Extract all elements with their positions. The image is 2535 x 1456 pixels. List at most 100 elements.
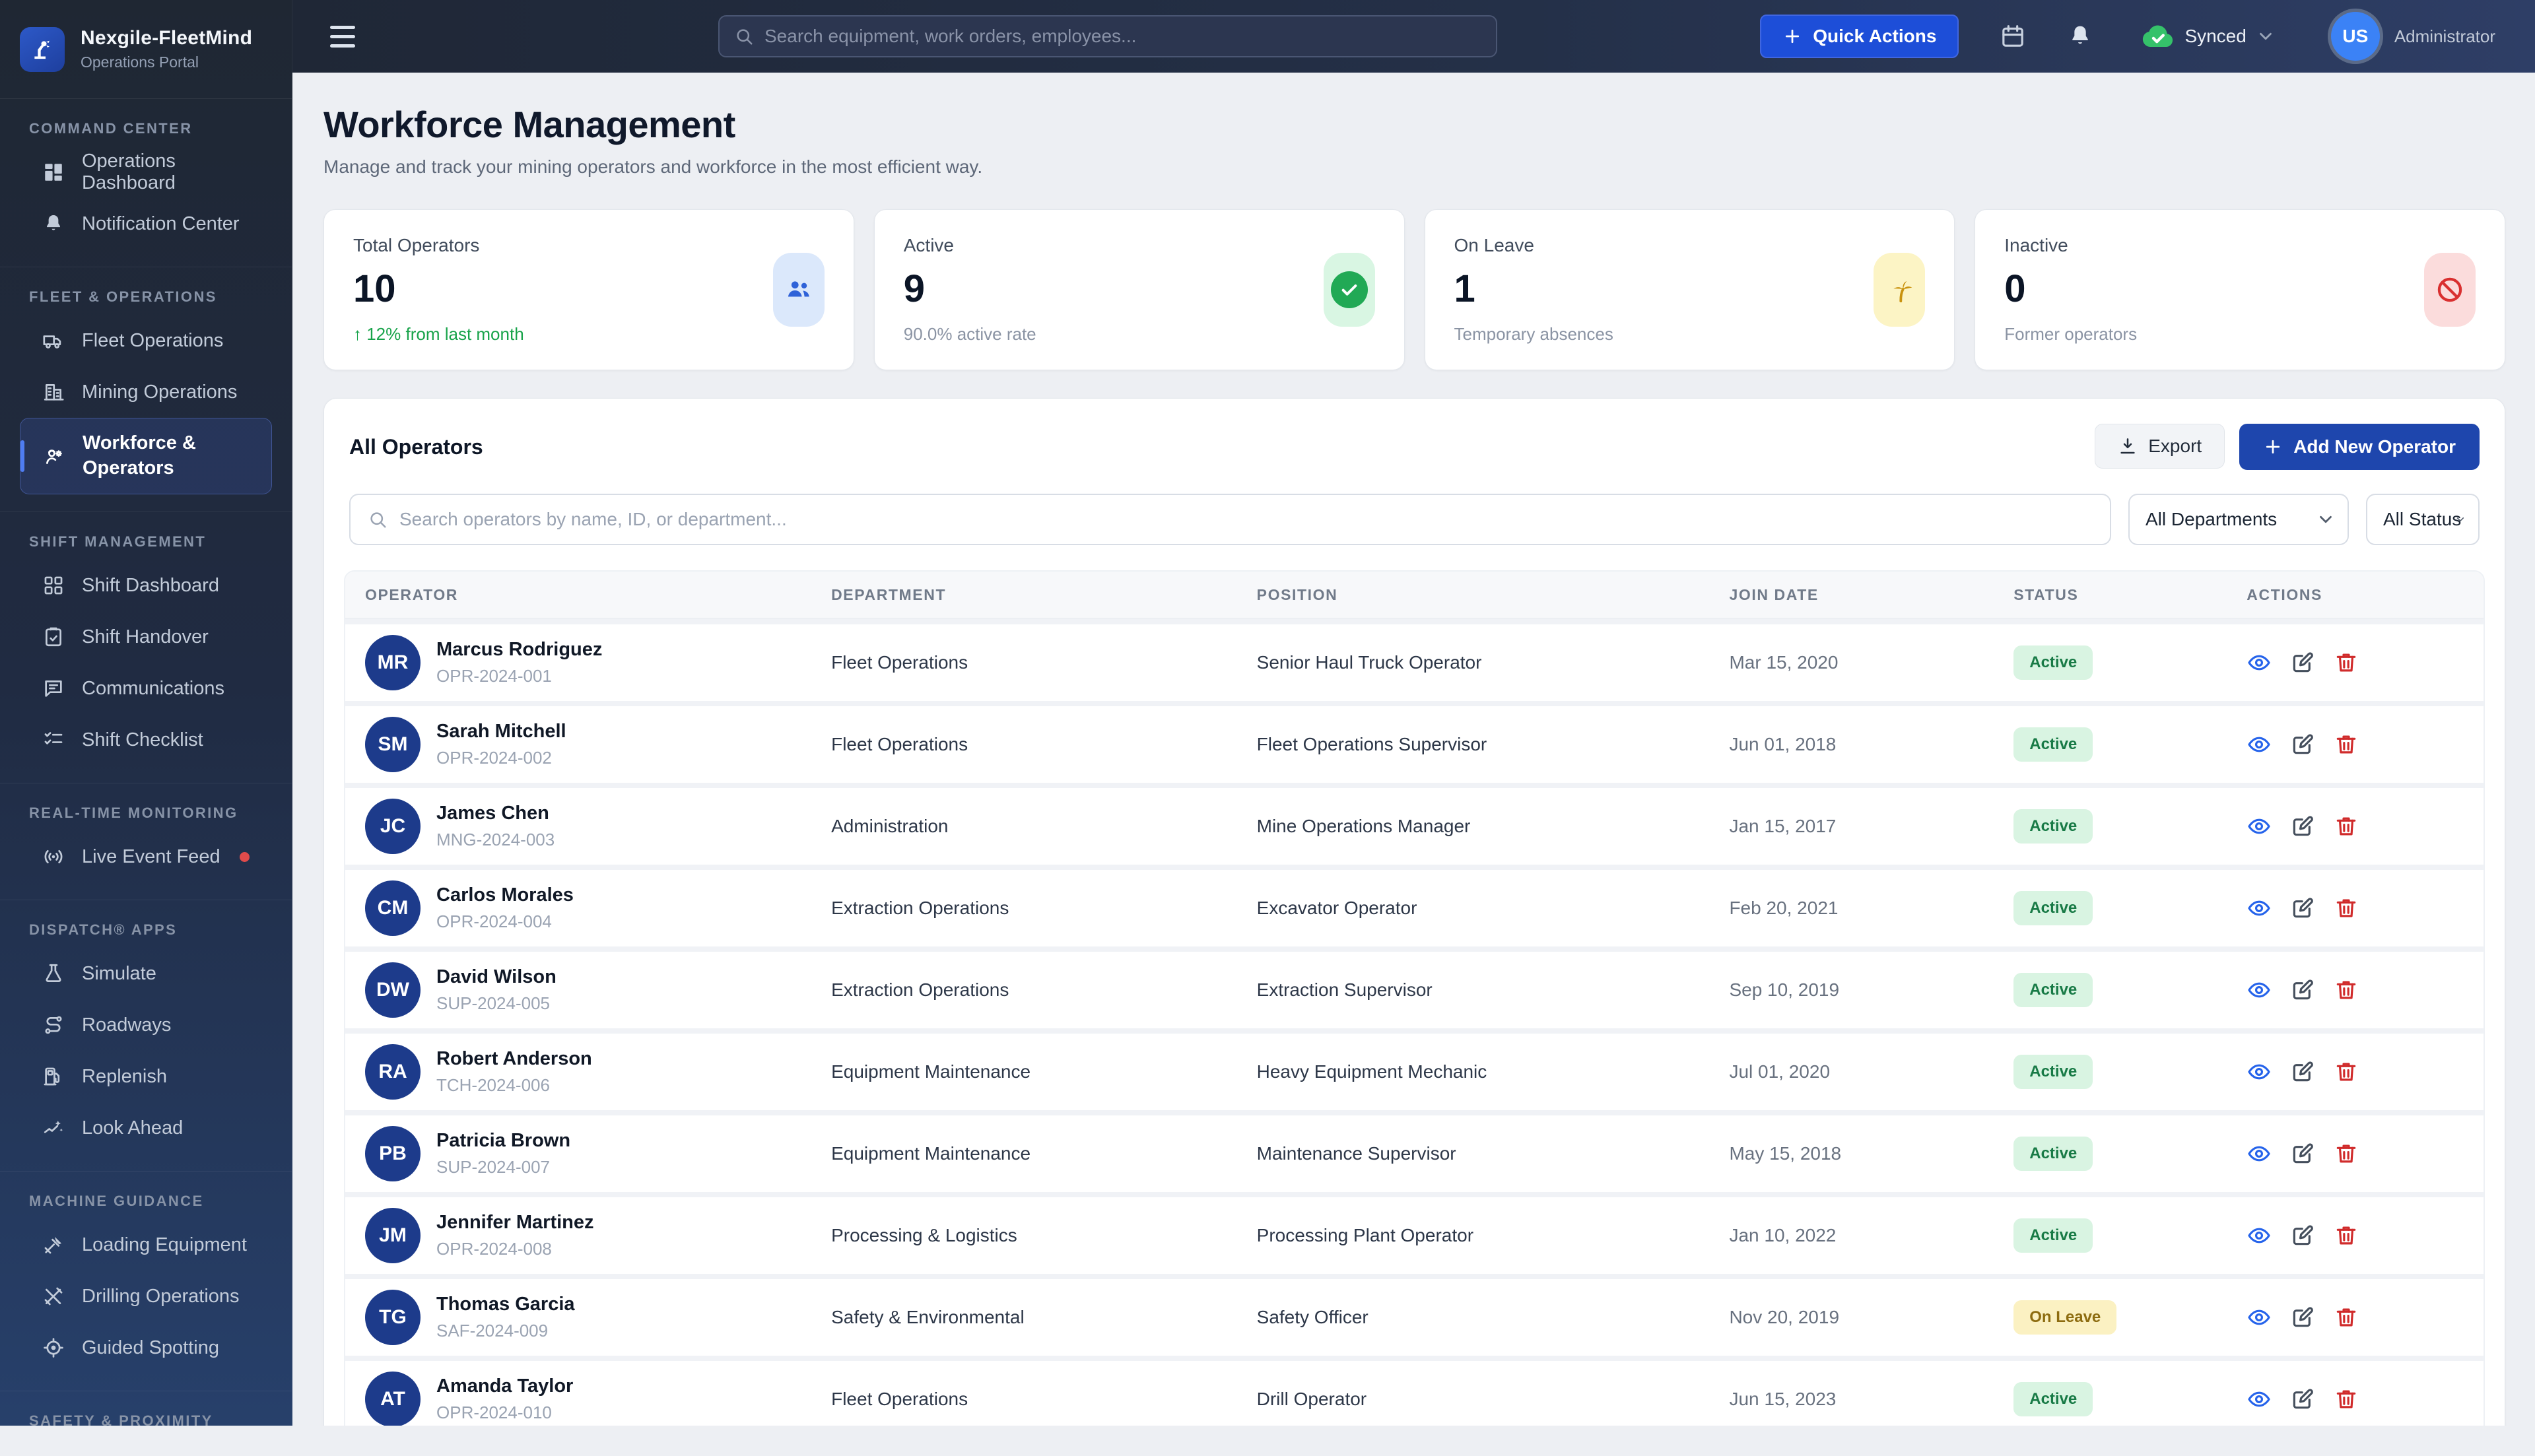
- sidebar-item-fleet-operations[interactable]: Fleet Operations: [20, 315, 272, 366]
- operators-search-input[interactable]: [399, 509, 2093, 530]
- stat-card-inactive: Inactive 0 Former operators: [1975, 209, 2505, 370]
- sidebar-item-live-event-feed[interactable]: Live Event Feed: [20, 831, 272, 882]
- view-button[interactable]: [2247, 1223, 2272, 1248]
- view-button[interactable]: [2247, 896, 2272, 921]
- sidebar-item-replenish[interactable]: Replenish: [20, 1051, 272, 1102]
- quick-actions-button[interactable]: Quick Actions: [1760, 15, 1959, 58]
- global-search-input[interactable]: [764, 26, 1481, 47]
- operator-id: TCH-2024-006: [436, 1075, 592, 1096]
- operator-name: Patricia Brown: [436, 1130, 570, 1152]
- section-title: DISPATCH® APPS: [29, 921, 263, 939]
- delete-button[interactable]: [2334, 977, 2359, 1003]
- edit-button[interactable]: [2290, 732, 2315, 757]
- view-button[interactable]: [2247, 1059, 2272, 1084]
- stat-label: On Leave: [1454, 235, 1926, 256]
- sidebar-item-roadways[interactable]: Roadways: [20, 999, 272, 1051]
- operator-id: OPR-2024-002: [436, 748, 566, 768]
- department-filter-select[interactable]: All Departments: [2128, 494, 2349, 545]
- sidebar-item-mining-operations[interactable]: Mining Operations: [20, 366, 272, 418]
- sync-status-label: Synced: [2184, 26, 2246, 47]
- edit-button[interactable]: [2290, 814, 2315, 839]
- avatar: MR: [365, 635, 421, 690]
- sidebar-item-operations-dashboard[interactable]: Operations Dashboard: [20, 147, 272, 198]
- layout-grid-icon: [42, 574, 65, 597]
- cell-position: Drill Operator: [1237, 1389, 1710, 1410]
- trend-sparkle-icon: [42, 1117, 65, 1139]
- cell-department: Safety & Environmental: [811, 1307, 1237, 1328]
- cell-position: Senior Haul Truck Operator: [1237, 652, 1710, 673]
- cell-department: Fleet Operations: [811, 652, 1237, 673]
- sidebar-item-workforce-operators[interactable]: Workforce & Operators: [20, 418, 272, 494]
- delete-button[interactable]: [2334, 650, 2359, 675]
- delete-button[interactable]: [2334, 1387, 2359, 1412]
- avatar: AT: [365, 1372, 421, 1426]
- view-button[interactable]: [2247, 650, 2272, 675]
- cell-join-date: Mar 15, 2020: [1709, 652, 1994, 673]
- edit-button[interactable]: [2290, 1387, 2315, 1412]
- add-new-operator-button[interactable]: Add New Operator: [2239, 424, 2480, 470]
- delete-button[interactable]: [2334, 1141, 2359, 1166]
- operator-name: Robert Anderson: [436, 1048, 592, 1070]
- view-button[interactable]: [2247, 1305, 2272, 1330]
- sidebar-item-drilling-operations[interactable]: Drilling Operations: [20, 1271, 272, 1322]
- column-header: ACTIONS: [2227, 586, 2484, 604]
- edit-button[interactable]: [2290, 650, 2315, 675]
- operator-name: Jennifer Martinez: [436, 1212, 594, 1234]
- avatar: SM: [365, 717, 421, 772]
- user-role-label: Administrator: [2394, 26, 2495, 47]
- sidebar-item-label: Guided Spotting: [82, 1337, 219, 1359]
- sidebar-item-look-ahead[interactable]: Look Ahead: [20, 1102, 272, 1154]
- sidebar-item-simulate[interactable]: Simulate: [20, 948, 272, 999]
- sidebar-item-shift-handover[interactable]: Shift Handover: [20, 611, 272, 663]
- sidebar-item-communications[interactable]: Communications: [20, 663, 272, 714]
- status-filter-value: All Status: [2383, 509, 2461, 530]
- download-icon: [2118, 436, 2138, 456]
- edit-button[interactable]: [2290, 1141, 2315, 1166]
- menu-icon[interactable]: [330, 26, 355, 48]
- sidebar-section-realtime-monitoring: REAL-TIME MONITORING Live Event Feed: [0, 783, 292, 900]
- stat-value: 1: [1454, 267, 1926, 311]
- edit-button[interactable]: [2290, 1223, 2315, 1248]
- view-button[interactable]: [2247, 732, 2272, 757]
- sync-status[interactable]: Synced: [2141, 23, 2275, 50]
- view-button[interactable]: [2247, 1387, 2272, 1412]
- edit-button[interactable]: [2290, 896, 2315, 921]
- export-button[interactable]: Export: [2095, 424, 2225, 469]
- view-button[interactable]: [2247, 1141, 2272, 1166]
- view-button[interactable]: [2247, 977, 2272, 1003]
- delete-button[interactable]: [2334, 1305, 2359, 1330]
- operators-search: [349, 494, 2111, 545]
- sidebar-item-shift-dashboard[interactable]: Shift Dashboard: [20, 560, 272, 611]
- edit-button[interactable]: [2290, 977, 2315, 1003]
- user-avatar[interactable]: US: [2331, 12, 2380, 61]
- section-title: FLEET & OPERATIONS: [29, 288, 263, 306]
- table-row: MRMarcus RodriguezOPR-2024-001 Fleet Ope…: [345, 619, 2484, 701]
- app-subtitle: Operations Portal: [81, 53, 252, 71]
- column-header: STATUS: [1994, 586, 2227, 604]
- delete-button[interactable]: [2334, 814, 2359, 839]
- delete-button[interactable]: [2334, 896, 2359, 921]
- delete-button[interactable]: [2334, 1223, 2359, 1248]
- sidebar-item-label: Live Event Feed: [82, 846, 220, 868]
- operator-id: SUP-2024-005: [436, 993, 557, 1014]
- stat-note: Former operators: [2004, 324, 2476, 345]
- sidebar-item-guided-spotting[interactable]: Guided Spotting: [20, 1322, 272, 1373]
- status-filter-select[interactable]: All Status: [2366, 494, 2480, 545]
- app-logo-icon: [20, 27, 65, 72]
- trash-icon: [2334, 896, 2359, 921]
- edit-button[interactable]: [2290, 1059, 2315, 1084]
- sidebar-item-loading-equipment[interactable]: Loading Equipment: [20, 1219, 272, 1271]
- cell-department: Fleet Operations: [811, 1389, 1237, 1410]
- sidebar-item-notification-center[interactable]: Notification Center: [20, 198, 272, 249]
- avatar: TG: [365, 1290, 421, 1345]
- bell-icon[interactable]: [2067, 23, 2093, 50]
- sidebar-item-shift-checklist[interactable]: Shift Checklist: [20, 714, 272, 766]
- edit-button[interactable]: [2290, 1305, 2315, 1330]
- delete-button[interactable]: [2334, 1059, 2359, 1084]
- calendar-icon[interactable]: [2000, 23, 2026, 50]
- cell-position: Excavator Operator: [1237, 898, 1710, 919]
- view-button[interactable]: [2247, 814, 2272, 839]
- delete-button[interactable]: [2334, 732, 2359, 757]
- trash-icon: [2334, 1387, 2359, 1412]
- cell-join-date: Feb 20, 2021: [1709, 898, 1994, 919]
